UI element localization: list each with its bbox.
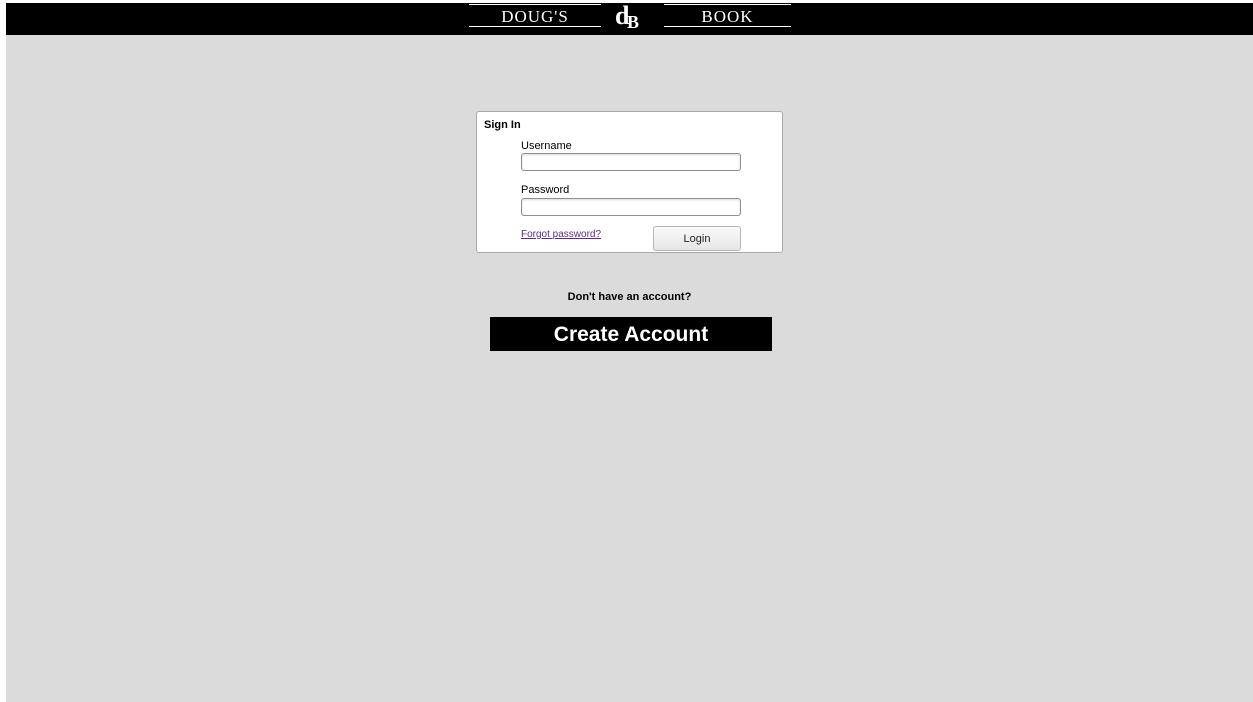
header-bar: DOUG'S d B BOOK (6, 3, 1253, 35)
logo-mark-b: B (627, 12, 640, 32)
site-logo[interactable]: DOUG'S d B BOOK (469, 3, 791, 35)
logo-word-dougs: DOUG'S (501, 7, 569, 26)
username-label: Username (521, 140, 572, 152)
page-frame: DOUG'S d B BOOK Sign In Username Passwor… (6, 3, 1253, 702)
username-input[interactable] (521, 153, 741, 171)
create-account-button[interactable]: Create Account (490, 317, 772, 351)
signin-title: Sign In (484, 119, 521, 131)
password-input[interactable] (521, 198, 741, 216)
logo-rule (664, 4, 791, 5)
forgot-password-link[interactable]: Forgot password? (521, 229, 601, 240)
password-label: Password (521, 184, 570, 196)
logo-rule (469, 26, 601, 27)
signin-panel: Sign In Username Password Forgot passwor… (476, 111, 783, 253)
logo-db-mark: d B (615, 3, 651, 35)
login-button[interactable]: Login (653, 226, 741, 251)
no-account-prompt: Don't have an account? (567, 291, 692, 303)
logo-rule (664, 26, 791, 27)
logo-word-book: BOOK (701, 7, 754, 26)
logo-rule (469, 4, 601, 5)
